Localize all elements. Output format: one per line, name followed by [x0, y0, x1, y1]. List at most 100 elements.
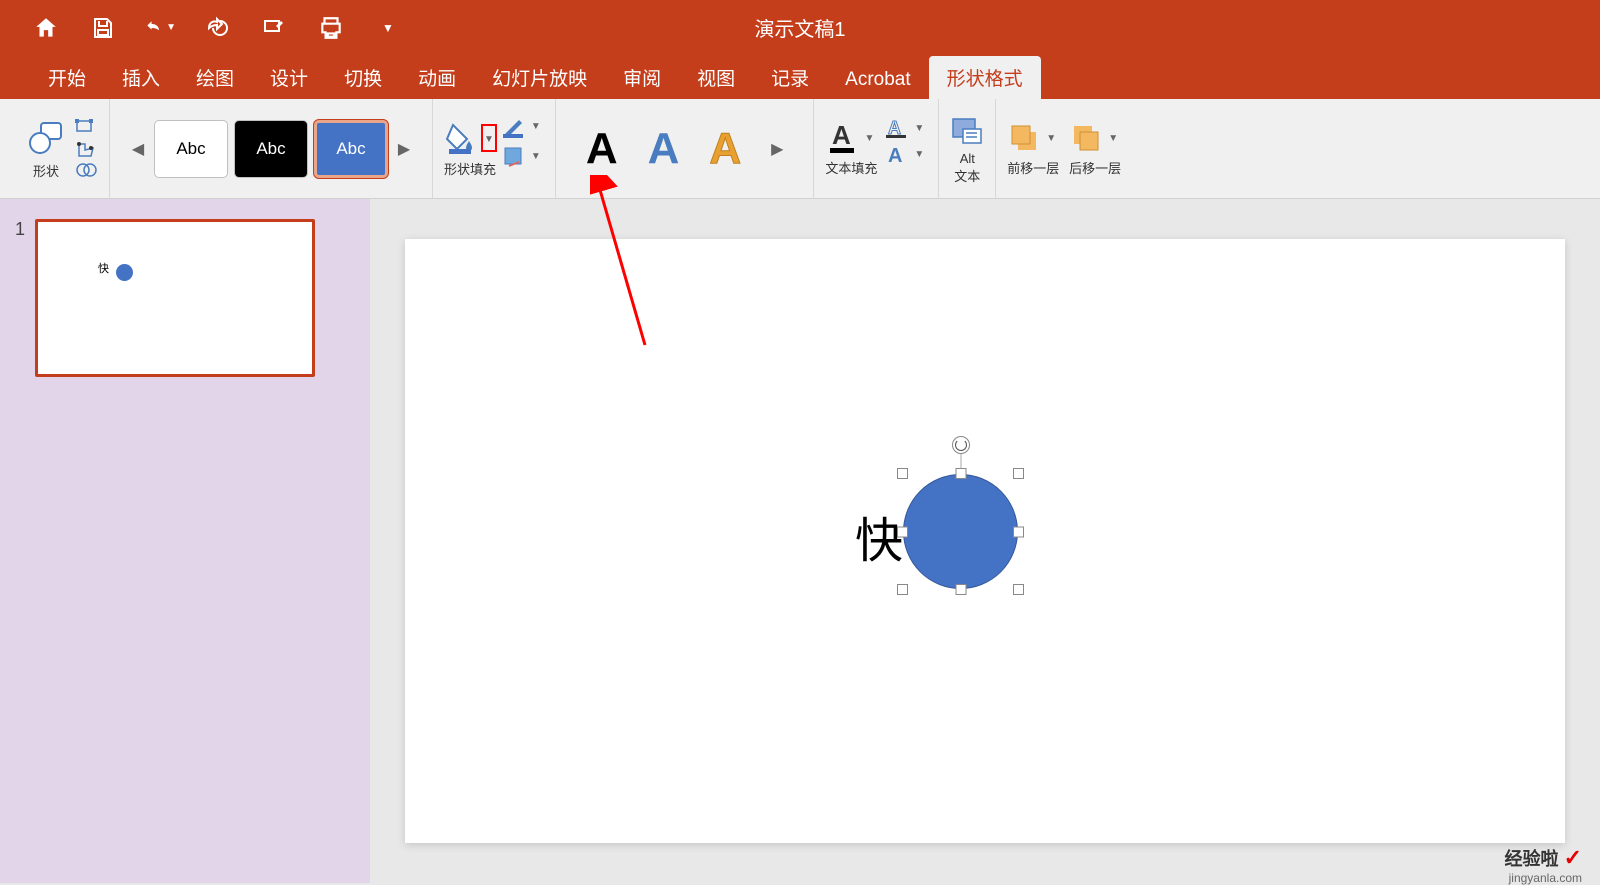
tab-transitions[interactable]: 切换: [326, 56, 400, 99]
undo-button[interactable]: ▼: [144, 12, 176, 44]
text-effects-icon[interactable]: A: [884, 144, 910, 166]
chevron-down-icon: ▼: [484, 134, 494, 145]
text-effects-dropdown[interactable]: ▼: [910, 149, 928, 160]
home-button[interactable]: [30, 12, 62, 44]
send-backward-label: 后移一层: [1069, 158, 1121, 177]
insert-shape-button[interactable]: 形状: [25, 117, 67, 180]
ribbon-content: 形状 ◀ Abc Abc Abc ▶: [0, 99, 1600, 199]
merge-shapes-icon[interactable]: [75, 140, 99, 158]
ribbon-tabs: 开始 插入 绘图 设计 切换 动画 幻灯片放映 审阅 视图 记录 Acrobat…: [0, 55, 1600, 99]
style-preset-1[interactable]: Abc: [154, 120, 228, 178]
save-button[interactable]: [87, 12, 119, 44]
main-area: 1 快 快: [0, 199, 1600, 883]
text-fill-icon[interactable]: A: [824, 120, 860, 156]
home-icon: [33, 15, 59, 41]
text-fill-dropdown[interactable]: ▼: [860, 133, 878, 144]
slide-panel[interactable]: 1 快: [0, 199, 370, 883]
shape-fill-icon[interactable]: [443, 119, 481, 157]
shape-fill-dropdown[interactable]: ▼: [481, 124, 497, 152]
arrange-group: ▼ 前移一层 ▼ 后移一层: [996, 99, 1132, 198]
send-backward-icon: [1068, 120, 1104, 156]
alt-text-button[interactable]: Alt 文本: [949, 113, 985, 185]
undo-icon: [144, 16, 164, 40]
shape-group: 形状: [15, 99, 110, 198]
wordart-preset-1[interactable]: A: [586, 124, 618, 174]
resize-handle-tr[interactable]: [1013, 468, 1024, 479]
title-bar: ▼ ▼ 演示文稿1: [0, 0, 1600, 55]
tab-animations[interactable]: 动画: [400, 56, 474, 99]
tab-draw[interactable]: 绘图: [178, 56, 252, 99]
quick-access-toolbar: ▼ ▼: [30, 12, 404, 44]
effects-dropdown[interactable]: ▼: [527, 151, 545, 162]
wordart-preset-2[interactable]: A: [648, 124, 680, 174]
print-button[interactable]: [315, 12, 347, 44]
resize-handle-mr[interactable]: [1013, 526, 1024, 537]
gallery-prev-button[interactable]: ◀: [128, 119, 148, 179]
resize-handle-ml[interactable]: [897, 526, 908, 537]
chevron-down-icon: ▼: [166, 22, 176, 33]
send-backward-button[interactable]: ▼ 后移一层: [1068, 120, 1122, 177]
shape-effects-icon[interactable]: [501, 144, 527, 170]
shapes-icon: [27, 119, 65, 157]
redo-button[interactable]: [201, 12, 233, 44]
style-preset-3[interactable]: Abc: [314, 120, 388, 178]
resize-handle-tl[interactable]: [897, 468, 908, 479]
wordart-styles-group: A A A ▶: [556, 99, 815, 198]
shape-styles-group: ◀ Abc Abc Abc ▶: [110, 99, 433, 198]
style-preset-2[interactable]: Abc: [234, 120, 308, 178]
send-backward-dropdown[interactable]: ▼: [1104, 133, 1122, 144]
watermark-text: 经验啦: [1505, 849, 1559, 869]
text-fill-label: 文本填充: [825, 158, 877, 177]
shape-label: 形状: [33, 161, 59, 180]
text-outline-icon[interactable]: A: [884, 118, 910, 140]
tab-slideshow[interactable]: 幻灯片放映: [474, 56, 605, 99]
editor-area: 快: [370, 199, 1600, 883]
tab-insert[interactable]: 插入: [104, 56, 178, 99]
chevron-down-icon: ▼: [382, 21, 394, 35]
shape-outline-icon[interactable]: [501, 114, 527, 140]
tab-acrobat[interactable]: Acrobat: [827, 61, 928, 99]
alt-text-group: Alt 文本: [939, 99, 996, 198]
edit-icon: [262, 16, 286, 40]
wordart-preset-3[interactable]: A: [709, 124, 741, 174]
thumb-text: 快: [98, 260, 109, 276]
resize-handle-br[interactable]: [1013, 584, 1024, 595]
wordart-next-button[interactable]: ▶: [771, 139, 783, 159]
bring-forward-dropdown[interactable]: ▼: [1042, 133, 1060, 144]
resize-handle-tc[interactable]: [955, 468, 966, 479]
bring-forward-label: 前移一层: [1007, 158, 1059, 177]
bring-forward-icon: [1006, 120, 1042, 156]
change-shape-icon[interactable]: [75, 161, 99, 179]
redo-icon: [205, 16, 229, 40]
circle-shape[interactable]: [903, 474, 1018, 589]
alt-text-label-2: 文本: [954, 166, 980, 185]
shape-fill-label: 形状填充: [444, 159, 496, 178]
slide-thumbnail-1[interactable]: 1 快: [15, 219, 355, 377]
outline-dropdown[interactable]: ▼: [527, 121, 545, 132]
selected-circle-shape[interactable]: [903, 474, 1018, 589]
tab-design[interactable]: 设计: [252, 56, 326, 99]
edit-shape-column: [75, 119, 99, 179]
tab-home[interactable]: 开始: [30, 56, 104, 99]
alt-text-icon: [949, 113, 985, 149]
slide-thumb-preview: 快: [35, 219, 315, 377]
tab-shape-format[interactable]: 形状格式: [929, 56, 1041, 99]
edit-points-icon[interactable]: [75, 119, 99, 137]
watermark: 经验啦 ✓: [1505, 845, 1582, 871]
bring-forward-button[interactable]: ▼ 前移一层: [1006, 120, 1060, 177]
tab-review[interactable]: 审阅: [605, 56, 679, 99]
gallery-next-button[interactable]: ▶: [394, 119, 414, 179]
customize-toolbar-button[interactable]: ▼: [372, 12, 404, 44]
tab-view[interactable]: 视图: [679, 56, 753, 99]
rotate-handle[interactable]: [952, 436, 970, 454]
tab-record[interactable]: 记录: [753, 56, 827, 99]
shape-fill-group: ▼ 形状填充 ▼ ▼: [433, 99, 556, 198]
resize-handle-bc[interactable]: [955, 584, 966, 595]
text-outline-dropdown[interactable]: ▼: [910, 123, 928, 134]
document-title: 演示文稿1: [754, 13, 845, 42]
save-icon: [91, 16, 115, 40]
slide-canvas[interactable]: 快: [405, 239, 1565, 843]
resize-handle-bl[interactable]: [897, 584, 908, 595]
quick-edit-button[interactable]: [258, 12, 290, 44]
alt-text-label-1: Alt: [960, 151, 975, 166]
